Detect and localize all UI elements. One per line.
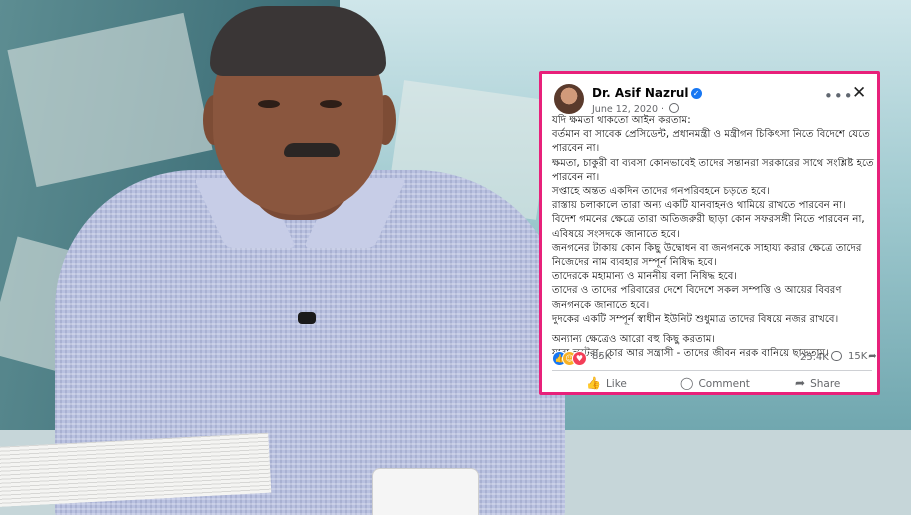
post-actions: 👍 Like ◯ Comment ➦ Share bbox=[552, 374, 872, 392]
post-line: বিদেশ গমনের ক্ষেত্রে তারা অতিজরুরী ছাড়া… bbox=[552, 214, 865, 240]
share-icon: ➦ bbox=[795, 376, 806, 390]
share-label: Share bbox=[810, 378, 841, 390]
post-stats: 👍 ☺ ♥ 85K 25.4K 15K➦ bbox=[552, 350, 877, 366]
comment-label: Comment bbox=[698, 378, 750, 390]
post-header: Dr. Asif Nazrul ✓ June 12, 2020 · ••• ✕ bbox=[554, 82, 874, 118]
facebook-post-card: Dr. Asif Nazrul ✓ June 12, 2020 · ••• ✕ য… bbox=[539, 71, 880, 395]
more-horizontal-icon[interactable]: ••• bbox=[824, 87, 854, 105]
comments-count-text[interactable]: 25.4K bbox=[800, 352, 829, 363]
close-icon[interactable]: ✕ bbox=[852, 83, 866, 103]
post-line: জনগনের টাকায় কোন কিছু উদ্বোধন বা জনগনকে… bbox=[552, 242, 862, 269]
reaction-icons[interactable]: 👍 ☺ ♥ bbox=[552, 351, 588, 366]
post-line: দুদকের একটি সম্পূর্ন স্বাধীন ইউনিট শুধুম… bbox=[552, 313, 839, 325]
comments-count[interactable]: 25.4K bbox=[800, 351, 842, 363]
man-hair bbox=[210, 6, 386, 76]
share-arrow-icon: ➦ bbox=[868, 351, 877, 362]
post-line: তাদের ও তাদের পরিবারের দেশে বিদেশে সকল স… bbox=[552, 285, 842, 311]
author-name[interactable]: Dr. Asif Nazrul bbox=[592, 86, 689, 100]
divider bbox=[552, 370, 872, 371]
globe-icon bbox=[669, 103, 680, 113]
shares-count-text[interactable]: 15K bbox=[848, 351, 867, 362]
post-line: অন্যান্য ক্ষেত্রেও আরো বহু কিছু করতাম। bbox=[552, 334, 716, 346]
comment-button[interactable]: ◯ Comment bbox=[680, 376, 750, 390]
post-line: সপ্তাহে অন্তত একদিন তাদের গনপরিবহনে চড়ত… bbox=[552, 186, 770, 198]
avatar[interactable] bbox=[554, 84, 584, 114]
like-button[interactable]: 👍 Like bbox=[586, 376, 627, 390]
post-body: যদি ক্ষমতা থাকতো আইন করতাম: বর্তমান বা স… bbox=[552, 114, 874, 361]
post-line: যদি ক্ষমতা থাকতো আইন করতাম: bbox=[552, 115, 691, 126]
man-mustache bbox=[284, 143, 340, 157]
comment-icon: ◯ bbox=[680, 376, 694, 390]
post-line: রাস্তায় চলাকালে তারা অন্য একটি যানবাহনও… bbox=[552, 200, 846, 212]
verified-badge-icon: ✓ bbox=[690, 88, 702, 99]
shares-count[interactable]: 15K➦ bbox=[848, 351, 877, 362]
post-author[interactable]: Dr. Asif Nazrul ✓ bbox=[592, 86, 702, 100]
post-line: ক্ষমতা, চাকুরী বা ব্যবসা কোনভাবেই তাদের … bbox=[552, 157, 874, 183]
post-line: বর্তমান বা সাবেক প্রেসিডেন্ট, প্রধানমন্ত… bbox=[552, 129, 870, 155]
paper-cup bbox=[372, 468, 479, 515]
thumbs-up-icon: 👍 bbox=[586, 376, 601, 390]
share-button[interactable]: ➦ Share bbox=[795, 376, 840, 390]
comment-bubble-icon bbox=[830, 351, 842, 361]
lapel-mic bbox=[298, 312, 316, 324]
post-line: তাদেরকে মহামান্য ও মাননীয় বলা নিষিদ্ধ হ… bbox=[552, 271, 738, 283]
man-eye bbox=[258, 100, 280, 108]
reactions-count[interactable]: 85K bbox=[592, 351, 611, 362]
love-reaction-icon: ♥ bbox=[572, 351, 587, 366]
man-eye bbox=[320, 100, 342, 108]
like-label: Like bbox=[605, 378, 627, 390]
